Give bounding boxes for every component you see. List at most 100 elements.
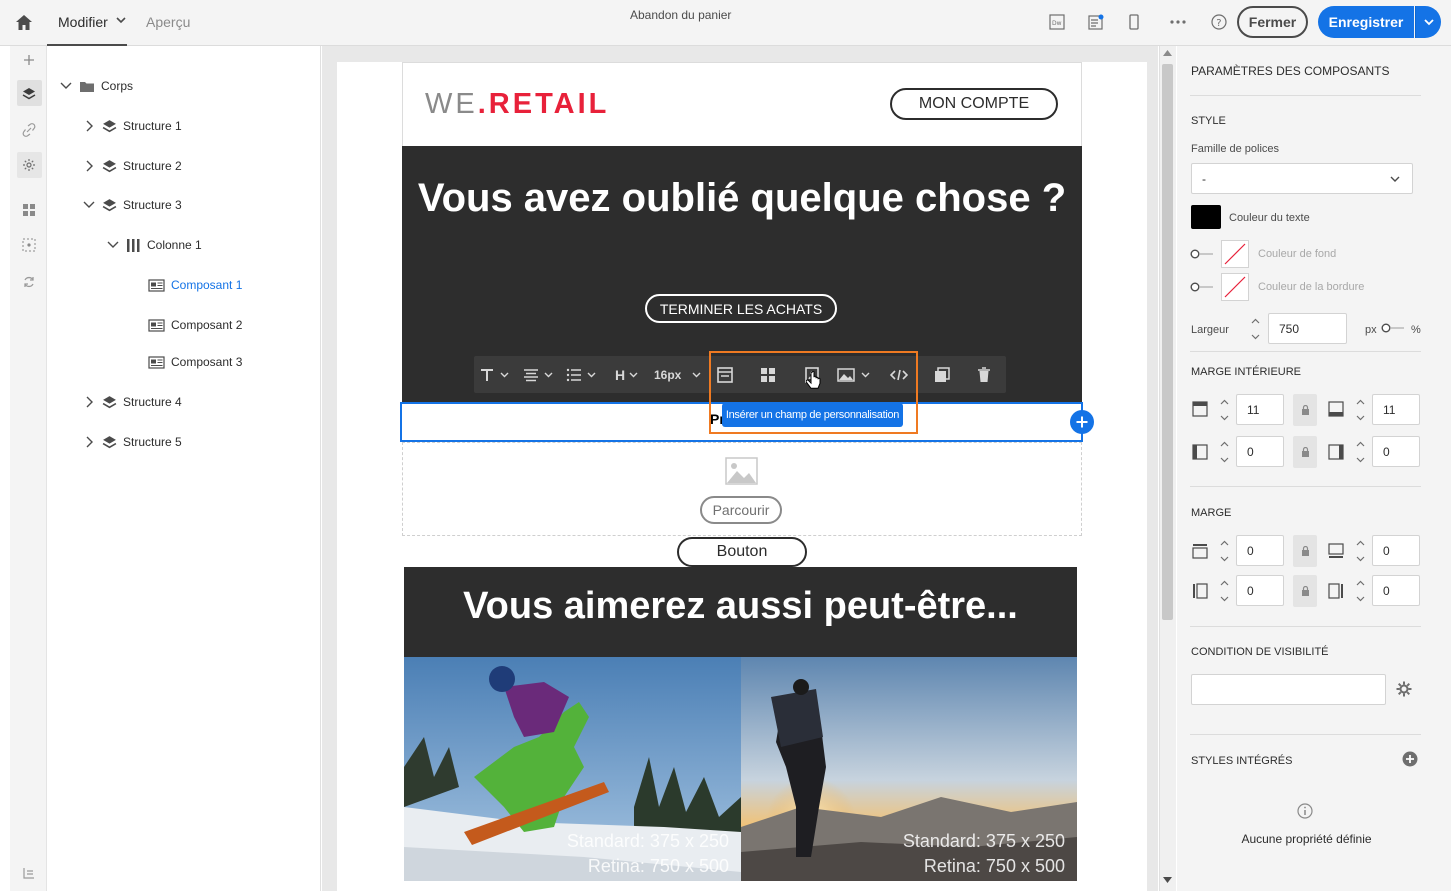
lock-icon[interactable] — [1293, 394, 1317, 426]
chevron-up-icon[interactable] — [1220, 540, 1229, 546]
margin-bottom-input[interactable]: 0 — [1372, 535, 1420, 566]
margin-right-input[interactable]: 0 — [1372, 575, 1420, 606]
lock-icon[interactable] — [1293, 535, 1317, 567]
scroll-up-icon[interactable] — [1163, 50, 1172, 56]
hero-title[interactable]: Vous avez oublié quelque chose ? — [402, 175, 1082, 222]
text-style-button[interactable] — [480, 356, 509, 393]
chevron-down-icon[interactable] — [1220, 596, 1229, 602]
chevron-up-icon[interactable] — [1356, 580, 1365, 586]
tree-item-composant-1[interactable]: Composant 1 — [148, 275, 242, 295]
tree-item-composant-3[interactable]: Composant 3 — [148, 352, 242, 372]
tree-item-structure-4[interactable]: Structure 4 — [86, 392, 182, 412]
padding-left-input[interactable]: 0 — [1236, 436, 1284, 467]
hiker-photo[interactable]: Standard: 375 x 250 Retina: 750 x 500 — [741, 657, 1077, 881]
font-family-select[interactable]: - — [1191, 163, 1413, 194]
chevron-up-icon[interactable] — [1251, 318, 1260, 324]
select-icon[interactable] — [18, 234, 40, 256]
lock-icon[interactable] — [1293, 575, 1317, 607]
chevron-down-icon[interactable] — [83, 201, 95, 209]
chevron-down-icon[interactable] — [107, 241, 119, 249]
tree-item-structure-3[interactable]: Structure 3 — [83, 195, 182, 215]
margin-left-stepper[interactable] — [1214, 575, 1234, 607]
padding-right-input[interactable]: 0 — [1372, 436, 1420, 467]
visibility-condition-input[interactable] — [1191, 674, 1386, 705]
tab-modifier[interactable]: Modifier — [58, 14, 108, 30]
add-icon[interactable] — [18, 49, 40, 71]
duplicate-button[interactable] — [934, 356, 950, 393]
chevron-up-icon[interactable] — [1220, 580, 1229, 586]
close-button[interactable]: Fermer — [1237, 6, 1308, 38]
margin-bottom-stepper[interactable] — [1350, 535, 1370, 567]
chevron-up-icon[interactable] — [1356, 441, 1365, 447]
chevron-right-icon[interactable] — [86, 120, 94, 132]
layers-icon[interactable] — [18, 83, 40, 105]
margin-top-input[interactable]: 0 — [1236, 535, 1284, 566]
dreamweaver-icon[interactable]: Dw — [1047, 12, 1067, 32]
padding-left-stepper[interactable] — [1214, 436, 1234, 468]
chevron-up-icon[interactable] — [1220, 441, 1229, 447]
padding-right-stepper[interactable] — [1350, 436, 1370, 468]
padding-bottom-input[interactable]: 11 — [1372, 394, 1420, 425]
unit-toggle[interactable] — [1381, 323, 1405, 333]
add-style-icon[interactable] — [1402, 751, 1418, 767]
chevron-down-icon[interactable] — [1356, 457, 1365, 463]
chevron-down-icon[interactable] — [116, 16, 126, 24]
link-icon[interactable] — [18, 119, 40, 141]
browse-button[interactable]: Parcourir — [700, 496, 782, 524]
debug-icon[interactable] — [18, 862, 40, 884]
add-component-button[interactable] — [1070, 410, 1094, 434]
more-icon[interactable] — [1168, 12, 1188, 32]
checklist-icon[interactable] — [1086, 12, 1106, 32]
chevron-up-icon[interactable] — [1356, 540, 1365, 546]
chevron-right-icon[interactable] — [86, 436, 94, 448]
chevron-down-icon[interactable] — [60, 82, 72, 90]
margin-top-stepper[interactable] — [1214, 535, 1234, 567]
gear-icon[interactable] — [1396, 681, 1412, 697]
tree-item-structure-1[interactable]: Structure 1 — [86, 116, 182, 136]
chevron-down-icon[interactable] — [1356, 415, 1365, 421]
width-stepper[interactable] — [1245, 313, 1265, 345]
chevron-up-icon[interactable] — [1356, 399, 1365, 405]
scroll-down-icon[interactable] — [1163, 877, 1172, 883]
snowboarder-photo[interactable]: Standard: 375 x 250 Retina: 750 x 500 — [404, 657, 741, 881]
align-button[interactable] — [523, 356, 553, 393]
recommendation-title[interactable]: Vous aimerez aussi peut-être... — [404, 585, 1077, 628]
list-button[interactable] — [566, 356, 596, 393]
chevron-down-icon[interactable] — [1251, 334, 1260, 340]
tree-item-structure-5[interactable]: Structure 5 — [86, 432, 182, 452]
tree-item-colonne-1[interactable]: Colonne 1 — [107, 235, 202, 255]
chevron-down-icon[interactable] — [1220, 415, 1229, 421]
scrollbar-thumb[interactable] — [1162, 64, 1173, 620]
chevron-right-icon[interactable] — [86, 396, 94, 408]
padding-top-stepper[interactable] — [1214, 394, 1234, 426]
tree-item-composant-2[interactable]: Composant 2 — [148, 315, 242, 335]
save-button[interactable]: Enregistrer — [1318, 6, 1414, 38]
bg-color-toggle[interactable] — [1190, 249, 1214, 259]
heading-button[interactable]: H — [615, 356, 638, 393]
chevron-down-icon[interactable] — [1220, 457, 1229, 463]
chevron-up-icon[interactable] — [1220, 399, 1229, 405]
delete-button[interactable] — [977, 356, 991, 393]
chevron-right-icon[interactable] — [86, 160, 94, 172]
sync-icon[interactable] — [18, 271, 40, 293]
font-size-button[interactable]: 16px — [654, 356, 701, 393]
border-color-swatch[interactable] — [1221, 273, 1249, 301]
padding-top-input[interactable]: 11 — [1236, 394, 1284, 425]
finish-purchase-button[interactable]: TERMINER LES ACHATS — [645, 294, 837, 323]
border-color-toggle[interactable] — [1190, 282, 1214, 292]
chevron-down-icon[interactable] — [1220, 556, 1229, 562]
margin-right-stepper[interactable] — [1350, 575, 1370, 607]
cta-button[interactable]: Bouton — [677, 537, 807, 567]
home-icon[interactable] — [13, 11, 35, 33]
fragments-icon[interactable] — [18, 199, 40, 221]
tree-item-corps[interactable]: Corps — [60, 76, 133, 96]
help-icon[interactable]: ? — [1209, 12, 1229, 32]
margin-left-input[interactable]: 0 — [1236, 575, 1284, 606]
tab-apercu[interactable]: Aperçu — [146, 14, 190, 30]
mobile-icon[interactable] — [1124, 12, 1144, 32]
gear-icon[interactable] — [18, 154, 40, 176]
lock-icon[interactable] — [1293, 436, 1317, 468]
account-button[interactable]: MON COMPTE — [890, 88, 1058, 120]
width-input[interactable]: 750 — [1268, 313, 1347, 344]
text-color-swatch[interactable] — [1191, 205, 1221, 229]
